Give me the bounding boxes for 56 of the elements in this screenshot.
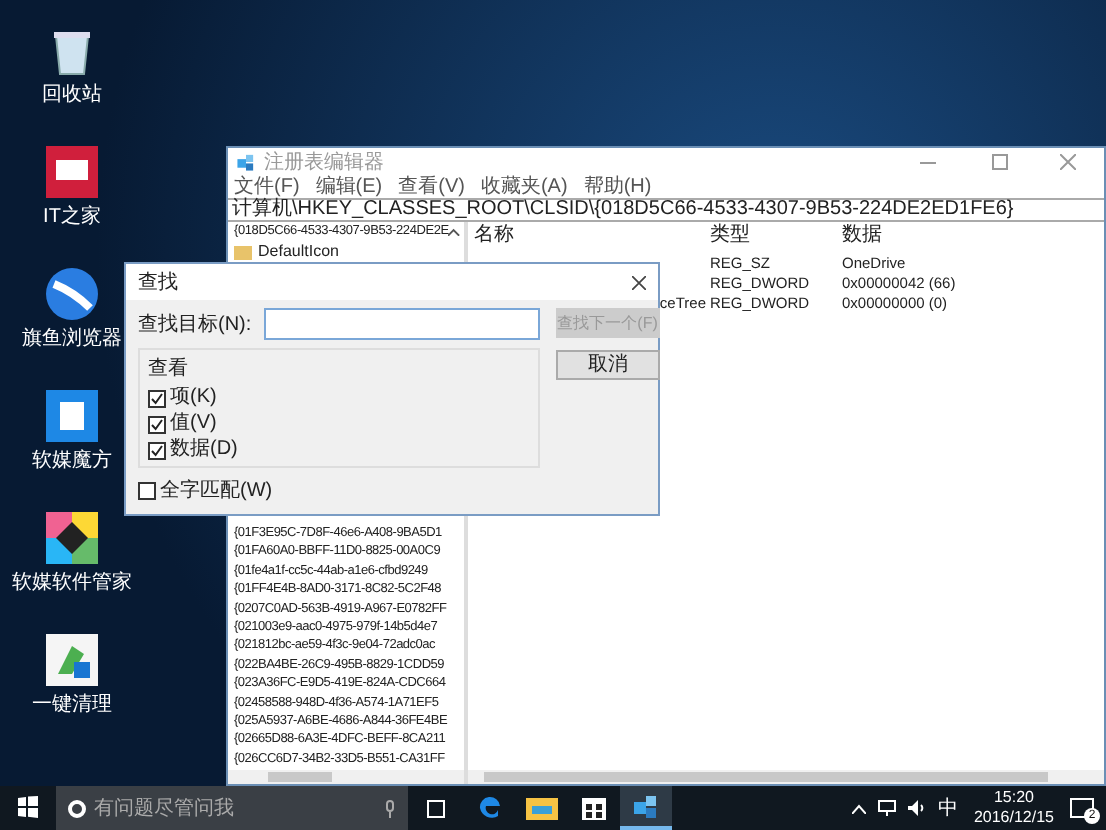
column-header[interactable]: 类型 xyxy=(710,224,842,252)
search-placeholder: 有问题尽管问我 xyxy=(94,795,234,823)
input-method-indicator[interactable]: 中 xyxy=(937,793,958,823)
search-field[interactable]: 有问题尽管问我 xyxy=(56,786,408,830)
minimize-icon[interactable] xyxy=(920,161,936,163)
folder-icon xyxy=(234,245,252,259)
column-header[interactable]: 名称 xyxy=(474,224,710,252)
address-bar[interactable]: 计算机\HKEY_CLASSES_ROOT\CLSID\{018D5C66-4533-4307-9B53-224DE2ED1FE6} xyxy=(228,198,1104,222)
checkbox[interactable] xyxy=(138,482,156,500)
browser-e-icon xyxy=(476,792,504,820)
close-icon[interactable] xyxy=(632,275,646,289)
desktop-app-icon[interactable] xyxy=(46,268,98,320)
registry-app-icon xyxy=(632,792,660,820)
registry-app-icon xyxy=(236,152,256,172)
desktop-icon-label: IT之家 xyxy=(43,203,101,232)
checkbox-label: 数据(D) xyxy=(170,438,238,462)
checkbox[interactable] xyxy=(148,389,166,407)
menu-item[interactable]: 收藏夹(A) xyxy=(480,177,568,197)
checkbox-label: 项(K) xyxy=(170,386,217,410)
find-target-field[interactable] xyxy=(263,308,540,340)
desktop-app-icon[interactable] xyxy=(50,28,94,76)
maximize-icon[interactable] xyxy=(992,154,1008,170)
desktop-app-icon[interactable] xyxy=(46,512,98,564)
network-icon[interactable] xyxy=(877,800,896,816)
cortana-icon xyxy=(68,799,86,817)
checkbox-label: 全字匹配(W) xyxy=(160,477,273,506)
volume-icon[interactable] xyxy=(907,800,926,816)
desktop-icon-label: 一键清理 xyxy=(32,691,112,720)
dialog-title: 查找 xyxy=(138,269,178,297)
field-label: 查找目标(N): xyxy=(138,311,252,339)
tree-item[interactable]: DefaultIcon xyxy=(258,244,339,260)
desktop-icon-label: 软媒魔方 xyxy=(32,447,112,476)
window-title: 注册表编辑器 xyxy=(264,149,384,175)
clock-date[interactable]: 2016/12/15 xyxy=(973,808,1054,828)
scroll-up-icon[interactable] xyxy=(448,228,460,236)
desktop-icon-label: 旗鱼浏览器 xyxy=(22,325,122,354)
desktop-icon-label: 回收站 xyxy=(42,81,102,110)
clock-time[interactable]: 15:20 xyxy=(993,788,1034,808)
menu-item[interactable]: 查看(V) xyxy=(398,177,465,197)
chevron-up-icon[interactable] xyxy=(851,803,866,813)
folder-icon xyxy=(526,793,558,819)
desktop-icon-label: 软媒软件管家 xyxy=(12,569,132,598)
taskbar-app-button[interactable] xyxy=(620,786,672,830)
microphone-icon xyxy=(384,799,396,817)
cancel-button[interactable]: 取消 xyxy=(555,350,660,380)
checkbox-label: 值(V) xyxy=(170,412,217,436)
group-title: 查看 xyxy=(148,355,190,384)
checkbox[interactable] xyxy=(148,441,166,459)
menu-item[interactable]: 文件(F) xyxy=(234,177,300,197)
horizontal-scrollbar[interactable] xyxy=(228,770,464,784)
menu-item[interactable]: 帮助(H) xyxy=(583,177,652,197)
horizontal-scrollbar[interactable] xyxy=(468,770,1104,784)
checkbox[interactable] xyxy=(148,415,166,433)
menu-item[interactable]: 编辑(E) xyxy=(315,177,383,197)
column-header[interactable]: 数据 xyxy=(842,224,1104,252)
task-view-icon[interactable] xyxy=(424,799,448,817)
